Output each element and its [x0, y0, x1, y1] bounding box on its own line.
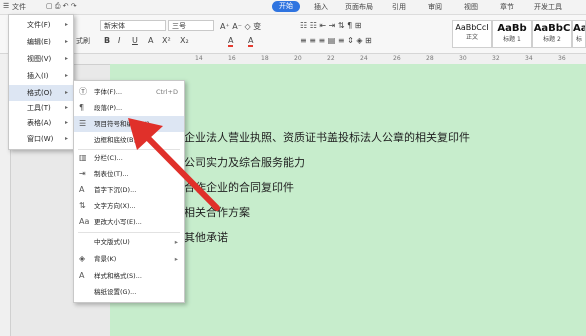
arrow-shaft	[143, 133, 220, 211]
annotation-arrow	[128, 118, 220, 211]
